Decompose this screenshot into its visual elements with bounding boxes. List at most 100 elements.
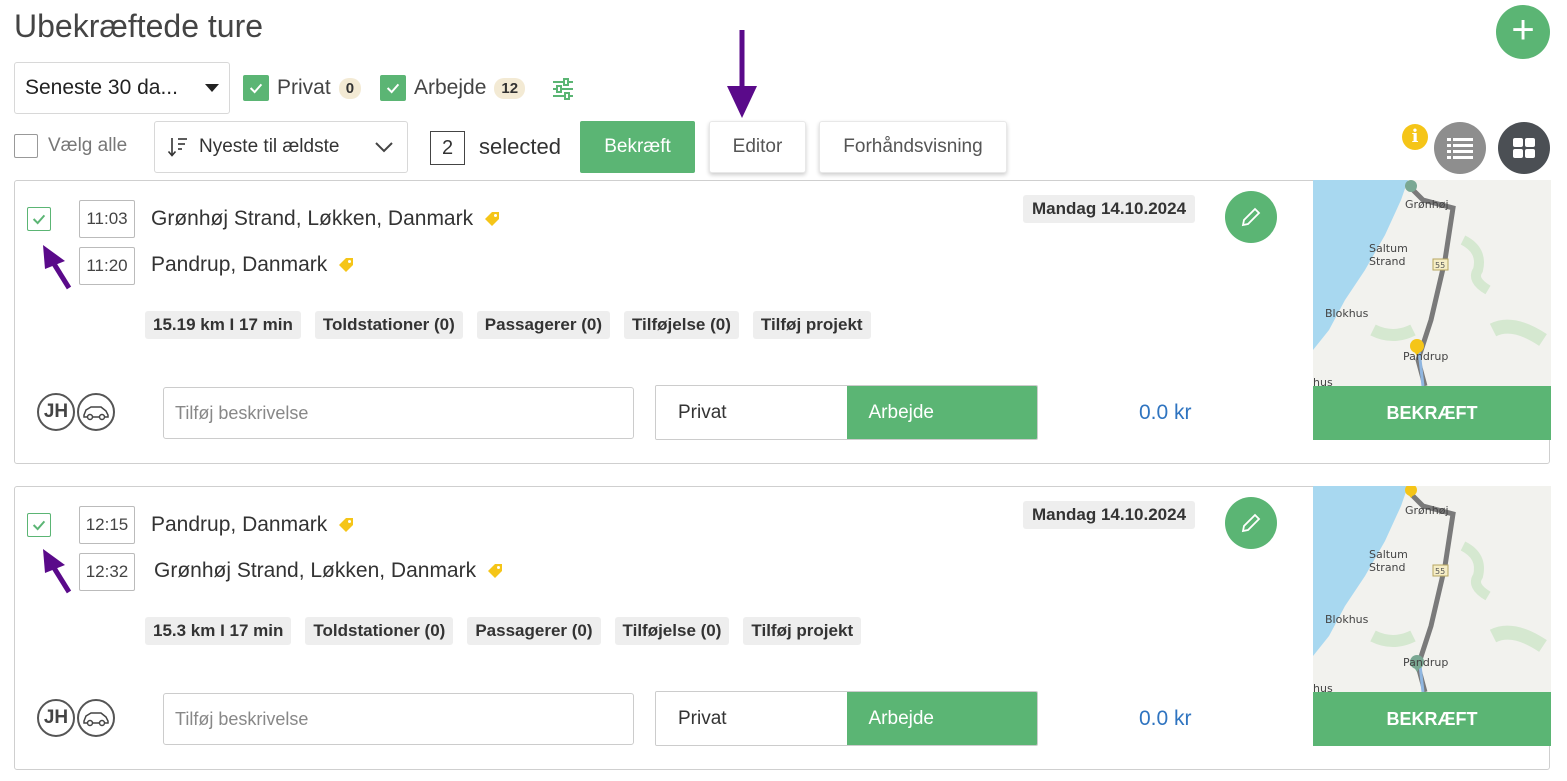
- sort-icon: [167, 138, 187, 157]
- project-chip[interactable]: Tilføj projekt: [743, 617, 862, 645]
- editor-button[interactable]: Editor: [709, 121, 806, 173]
- end-time: 11:20: [79, 247, 135, 285]
- map-label: Blokhus: [1325, 307, 1369, 320]
- tag-icon[interactable]: [337, 256, 355, 274]
- map-label: Pandrup: [1403, 656, 1448, 669]
- edit-trip-button[interactable]: [1225, 191, 1277, 243]
- trip-date: Mandag 14.10.2024: [1023, 195, 1196, 223]
- preview-button[interactable]: Forhåndsvisning: [819, 121, 1007, 173]
- list-icon: [1447, 138, 1473, 159]
- list-view-button[interactable]: [1434, 122, 1486, 174]
- map-label: Saltum: [1369, 242, 1408, 255]
- chevron-down-icon: [375, 142, 393, 153]
- pencil-icon: [1241, 513, 1261, 533]
- pencil-icon: [1241, 207, 1261, 227]
- confirm-trip-button[interactable]: BEKRÆFT: [1313, 692, 1551, 746]
- passengers-chip[interactable]: Passagerer (0): [476, 311, 610, 339]
- work-checkbox[interactable]: [380, 75, 406, 101]
- annotation-arrow-icon: [43, 549, 72, 594]
- period-select-value: Seneste 30 da...: [25, 76, 178, 99]
- road-number: 55: [1435, 261, 1445, 270]
- map-label: Grønhøj: [1405, 198, 1449, 211]
- page-title: Ubekræftede ture: [14, 8, 264, 44]
- car-icon: [77, 699, 115, 737]
- check-icon: [249, 83, 263, 94]
- road-number: 55: [1435, 567, 1445, 576]
- map-label: Blokhus: [1325, 613, 1369, 626]
- edit-trip-button[interactable]: [1225, 497, 1277, 549]
- trip-chips: 15.3 km I 17 min Toldstationer (0) Passa…: [145, 617, 862, 645]
- tolls-chip[interactable]: Toldstationer (0): [305, 617, 454, 645]
- trip-to-label: Pandrup, Danmark: [151, 253, 328, 276]
- filter-work-label: Arbejde: [414, 76, 487, 99]
- trip-card: 11:03 11:20 Grønhøj Strand, Løkken, Danm…: [14, 180, 1551, 464]
- period-select[interactable]: Seneste 30 da...: [14, 62, 230, 114]
- add-trip-button[interactable]: +: [1496, 5, 1550, 59]
- filter-work[interactable]: Arbejde 12: [380, 75, 526, 101]
- description-input[interactable]: [163, 693, 634, 745]
- trip-type-toggle[interactable]: Privat Arbejde: [655, 385, 1038, 440]
- info-icon[interactable]: i: [1402, 124, 1428, 150]
- filter-private-count: 0: [338, 77, 362, 99]
- addition-chip[interactable]: Tilføjelse (0): [623, 311, 739, 339]
- tag-icon[interactable]: [483, 210, 501, 228]
- trip-type-private[interactable]: Privat: [656, 386, 847, 439]
- trip-checkbox[interactable]: [27, 513, 51, 537]
- trip-from-label: Grønhøj Strand, Løkken, Danmark: [151, 207, 474, 230]
- distance-chip: 15.3 km I 17 min: [145, 617, 292, 645]
- start-time: 11:03: [79, 200, 135, 238]
- annotation-arrow-icon: [43, 245, 72, 290]
- caret-down-icon: [205, 84, 219, 92]
- select-all[interactable]: Vælg alle: [14, 134, 127, 158]
- end-time: 12:32: [79, 553, 135, 591]
- trip-card: 12:15 12:32 Pandrup, Danmark Grønhøj Str…: [14, 486, 1551, 770]
- map-label: Strand: [1369, 255, 1406, 268]
- trip-from-label: Pandrup, Danmark: [151, 513, 328, 536]
- map-label: hus: [1313, 376, 1333, 386]
- sort-select[interactable]: Nyeste til ældste: [154, 121, 408, 173]
- trip-type-work[interactable]: Arbejde: [846, 386, 1037, 439]
- grid-view-button[interactable]: [1498, 122, 1550, 174]
- trip-type-toggle[interactable]: Privat Arbejde: [655, 691, 1038, 746]
- trip-from: Grønhøj Strand, Løkken, Danmark: [151, 207, 501, 231]
- route-map[interactable]: Grønhøj Saltum Strand Blokhus Pandrup hu…: [1313, 180, 1551, 386]
- filter-private[interactable]: Privat 0: [243, 75, 362, 101]
- trip-amount: 0.0 kr: [1139, 707, 1192, 730]
- map-label: Grønhøj: [1405, 504, 1449, 517]
- map-label: Strand: [1369, 561, 1406, 574]
- avatar: JH: [37, 393, 75, 431]
- route-map[interactable]: Grønhøj Saltum Strand Blokhus Pandrup hu…: [1313, 486, 1551, 692]
- grid-icon: [1513, 138, 1535, 158]
- description-input[interactable]: [163, 387, 634, 439]
- filter-private-label: Privat: [277, 76, 331, 99]
- check-icon: [32, 214, 46, 225]
- filter-work-count: 12: [494, 77, 526, 99]
- start-time: 12:15: [79, 506, 135, 544]
- tag-icon[interactable]: [337, 516, 355, 534]
- sort-select-value: Nyeste til ældste: [199, 136, 340, 157]
- avatar: JH: [37, 699, 75, 737]
- addition-chip[interactable]: Tilføjelse (0): [614, 617, 730, 645]
- trip-type-private[interactable]: Privat: [656, 692, 847, 745]
- map-label: Saltum: [1369, 548, 1408, 561]
- check-icon: [32, 520, 46, 531]
- trip-checkbox[interactable]: [27, 207, 51, 231]
- map-label: Pandrup: [1403, 350, 1448, 363]
- confirm-trip-button[interactable]: BEKRÆFT: [1313, 386, 1551, 440]
- tag-icon[interactable]: [486, 562, 504, 580]
- project-chip[interactable]: Tilføj projekt: [752, 311, 871, 339]
- annotation-arrow-down-icon: [727, 30, 757, 118]
- select-all-checkbox[interactable]: [14, 134, 38, 158]
- distance-chip: 15.19 km I 17 min: [145, 311, 301, 339]
- trip-to-label: Grønhøj Strand, Løkken, Danmark: [154, 559, 477, 582]
- sliders-icon[interactable]: [551, 77, 575, 101]
- check-icon: [386, 83, 400, 94]
- tolls-chip[interactable]: Toldstationer (0): [314, 311, 463, 339]
- trip-chips: 15.19 km I 17 min Toldstationer (0) Pass…: [145, 311, 871, 339]
- trip-from: Pandrup, Danmark: [151, 513, 355, 537]
- bulk-confirm-button[interactable]: Bekræft: [580, 121, 695, 173]
- private-checkbox[interactable]: [243, 75, 269, 101]
- trip-type-work[interactable]: Arbejde: [846, 692, 1037, 745]
- trip-amount: 0.0 kr: [1139, 401, 1192, 424]
- passengers-chip[interactable]: Passagerer (0): [467, 617, 601, 645]
